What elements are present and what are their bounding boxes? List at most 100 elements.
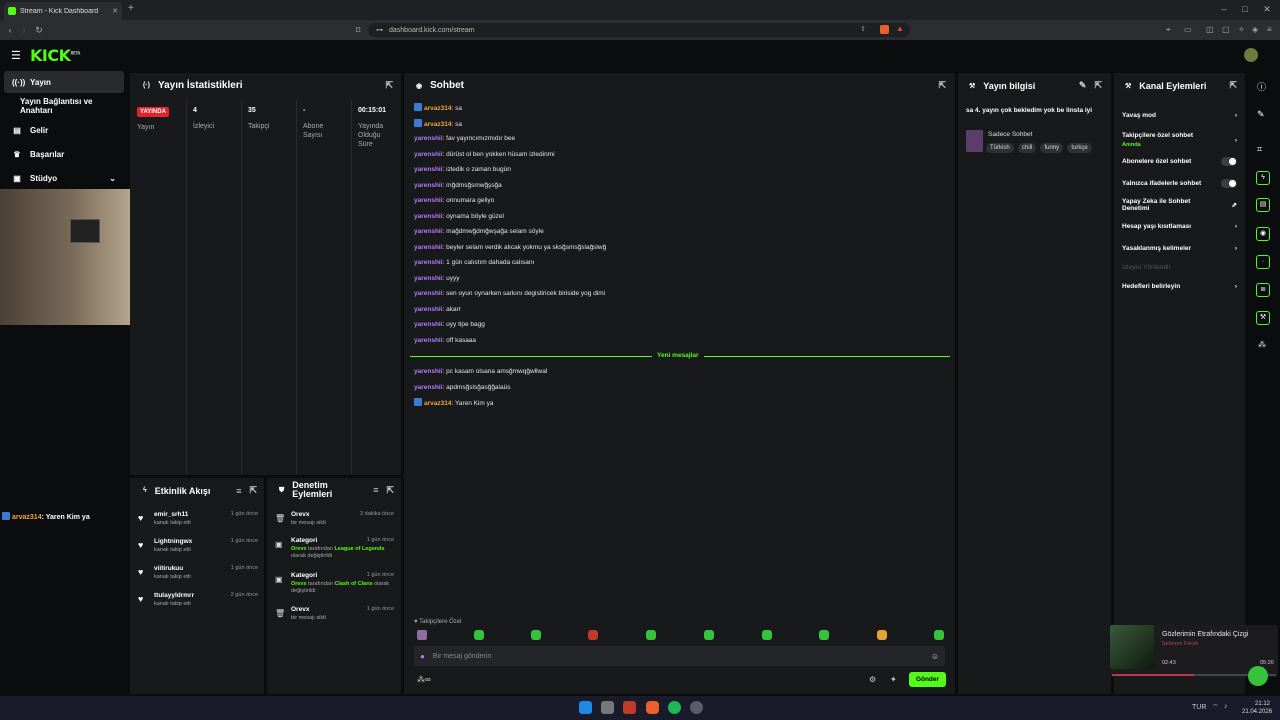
- brave-rewards-icon[interactable]: ▲: [896, 24, 904, 33]
- emotes-only-toggle[interactable]: [1221, 179, 1237, 188]
- send-button[interactable]: Gönder: [909, 672, 946, 687]
- clock[interactable]: 21:12 21.04.2026: [1242, 700, 1272, 716]
- sidebar-item-studyo[interactable]: ▣ Stüdyo ⌄: [4, 167, 124, 189]
- emote-3[interactable]: [531, 630, 541, 640]
- avatar[interactable]: [1244, 48, 1258, 62]
- site-info-icon[interactable]: ⊶: [376, 26, 383, 34]
- close-tab-icon[interactable]: ✕: [112, 7, 118, 15]
- connection-icon[interactable]: ⁂∞: [417, 675, 431, 684]
- brave-browser-icon[interactable]: [646, 701, 659, 714]
- layout-icon[interactable]: ⌗: [1257, 144, 1262, 155]
- popout-icon[interactable]: ⇱: [249, 485, 257, 496]
- chat-username[interactable]: yarenshii: [414, 151, 443, 158]
- menu-icon[interactable]: ≡: [1267, 25, 1272, 34]
- sidebar-item-basarilar[interactable]: ♛ Başarılar: [4, 143, 124, 165]
- emote-6[interactable]: [704, 630, 714, 640]
- sidebar-item-gelir[interactable]: ▤ Gelir: [4, 119, 124, 141]
- chat-username[interactable]: yarenshii: [414, 337, 443, 344]
- back-icon[interactable]: ‹: [4, 24, 16, 36]
- tag-chip[interactable]: chill: [1017, 143, 1037, 153]
- chat-username[interactable]: yarenshii: [414, 228, 443, 235]
- emoji-icon[interactable]: ☺: [931, 652, 939, 661]
- ai-moderation-row[interactable]: Yapay Zeka ile Sohbet Denetimi ⇗: [1122, 198, 1237, 212]
- bookmark-icon[interactable]: ⌑: [352, 24, 364, 36]
- tag-chip[interactable]: turkçe: [1067, 143, 1092, 153]
- popout-icon[interactable]: ⇱: [385, 80, 393, 91]
- chat-username[interactable]: yarenshii: [414, 368, 443, 375]
- info-icon[interactable]: ⓘ: [1257, 80, 1266, 93]
- floating-action-button[interactable]: [1248, 666, 1268, 686]
- chat-username[interactable]: yarenshii: [414, 135, 443, 142]
- popout-icon[interactable]: ⇱: [1094, 80, 1102, 91]
- share-icon[interactable]: ⇪: [860, 25, 866, 33]
- browser-tab[interactable]: Stream - Kick Dashboard ✕: [4, 2, 122, 20]
- chat-username[interactable]: arvaz314: [424, 121, 451, 128]
- app-icon[interactable]: [623, 701, 636, 714]
- close-window-icon[interactable]: ✕: [1261, 4, 1273, 15]
- account-age-row[interactable]: Hesap yaşı kısıtlaması ›: [1122, 223, 1237, 230]
- set-goals-row[interactable]: Hedefleri belirleyin ›: [1122, 283, 1237, 290]
- wrench-rail-icon[interactable]: ⚒: [1256, 311, 1270, 325]
- emote-5[interactable]: [646, 630, 656, 640]
- document-rail-icon[interactable]: ▤: [1256, 198, 1270, 212]
- filter-icon[interactable]: ≡: [236, 486, 241, 496]
- connections-icon[interactable]: ⁂: [1258, 340, 1266, 349]
- chat-username[interactable]: yarenshii: [414, 182, 443, 189]
- vpn-icon[interactable]: ◈: [1252, 25, 1258, 34]
- emote-4[interactable]: [588, 630, 598, 640]
- list-rail-icon[interactable]: ≣: [1256, 283, 1270, 297]
- hamburger-menu-icon[interactable]: ☰: [11, 49, 21, 62]
- tag-chip[interactable]: funny: [1040, 143, 1064, 153]
- emote-8[interactable]: [819, 630, 829, 640]
- network-icon[interactable]: ⌔: [1212, 703, 1219, 712]
- language-indicator[interactable]: TUR: [1192, 704, 1206, 711]
- subscribers-only-toggle[interactable]: [1221, 157, 1237, 166]
- emote-9[interactable]: [877, 630, 887, 640]
- emote-1[interactable]: [417, 630, 427, 640]
- sidebar-toggle-icon[interactable]: ▭: [1184, 25, 1192, 34]
- forward-icon[interactable]: ›: [18, 24, 30, 36]
- subscribers-only-row[interactable]: Abonelere özel sohbet: [1122, 157, 1237, 166]
- emote-7[interactable]: [762, 630, 772, 640]
- chat-username[interactable]: yarenshii: [414, 275, 443, 282]
- chat-username[interactable]: yarenshii: [414, 259, 443, 266]
- address-bar[interactable]: ⊶ dashboard.kick.com/stream: [368, 23, 910, 37]
- chat-username[interactable]: yarenshii: [414, 166, 443, 173]
- slow-mode-row[interactable]: Yavaş mod ›: [1122, 112, 1237, 119]
- extensions-icon[interactable]: ⌖: [1166, 25, 1171, 35]
- chat-username[interactable]: yarenshii: [414, 290, 443, 297]
- chat-username[interactable]: yarenshii: [414, 384, 443, 391]
- maximize-icon[interactable]: □: [1239, 4, 1251, 14]
- popout-icon[interactable]: ⇱: [1229, 80, 1237, 91]
- broadcast-rail-icon[interactable]: ·: [1256, 255, 1270, 269]
- volume-icon[interactable]: ♪: [1224, 703, 1228, 710]
- brave-shields-icon[interactable]: [880, 25, 889, 34]
- popout-icon[interactable]: ⇱: [386, 485, 394, 495]
- wallet-icon[interactable]: ▢: [1222, 25, 1230, 34]
- minimize-icon[interactable]: –: [1218, 4, 1230, 14]
- emote-10[interactable]: [934, 630, 944, 640]
- kick-logo[interactable]: KICKBETA: [30, 46, 80, 65]
- chat-username[interactable]: yarenshii: [414, 306, 443, 313]
- edit-pencil-icon[interactable]: ✎: [1079, 80, 1087, 91]
- edit-icon[interactable]: ✎: [1257, 109, 1265, 120]
- sidebar-item-yayin[interactable]: ((·)) Yayın: [4, 71, 124, 93]
- spotify-icon[interactable]: [668, 701, 681, 714]
- microphone-icon[interactable]: ●: [420, 652, 425, 661]
- banned-words-row[interactable]: Yasaklanmış kelimeler ›: [1122, 245, 1237, 252]
- tag-chip[interactable]: Türkish: [986, 143, 1014, 153]
- chat-username[interactable]: yarenshii: [414, 321, 443, 328]
- chat-username[interactable]: yarenshii: [414, 244, 443, 251]
- file-explorer-icon[interactable]: [601, 701, 614, 714]
- chat-username[interactable]: yarenshii: [414, 213, 443, 220]
- emotes-only-row[interactable]: Yalnızca ifadelerle sohbet: [1122, 179, 1237, 188]
- reload-icon[interactable]: ↻: [33, 24, 45, 36]
- filter-icon[interactable]: ≡: [373, 485, 378, 495]
- chat-username[interactable]: yarenshii: [414, 197, 443, 204]
- settings-gear-icon[interactable]: ⚙: [869, 675, 876, 684]
- chat-input-box[interactable]: ● Bir mesaj gönderin ☺: [414, 646, 945, 666]
- new-tab-icon[interactable]: +: [128, 3, 134, 14]
- chat-username[interactable]: arvaz314: [424, 105, 451, 112]
- split-view-icon[interactable]: ◫: [1206, 25, 1214, 34]
- lightning-rail-icon[interactable]: ϟ: [1256, 171, 1270, 185]
